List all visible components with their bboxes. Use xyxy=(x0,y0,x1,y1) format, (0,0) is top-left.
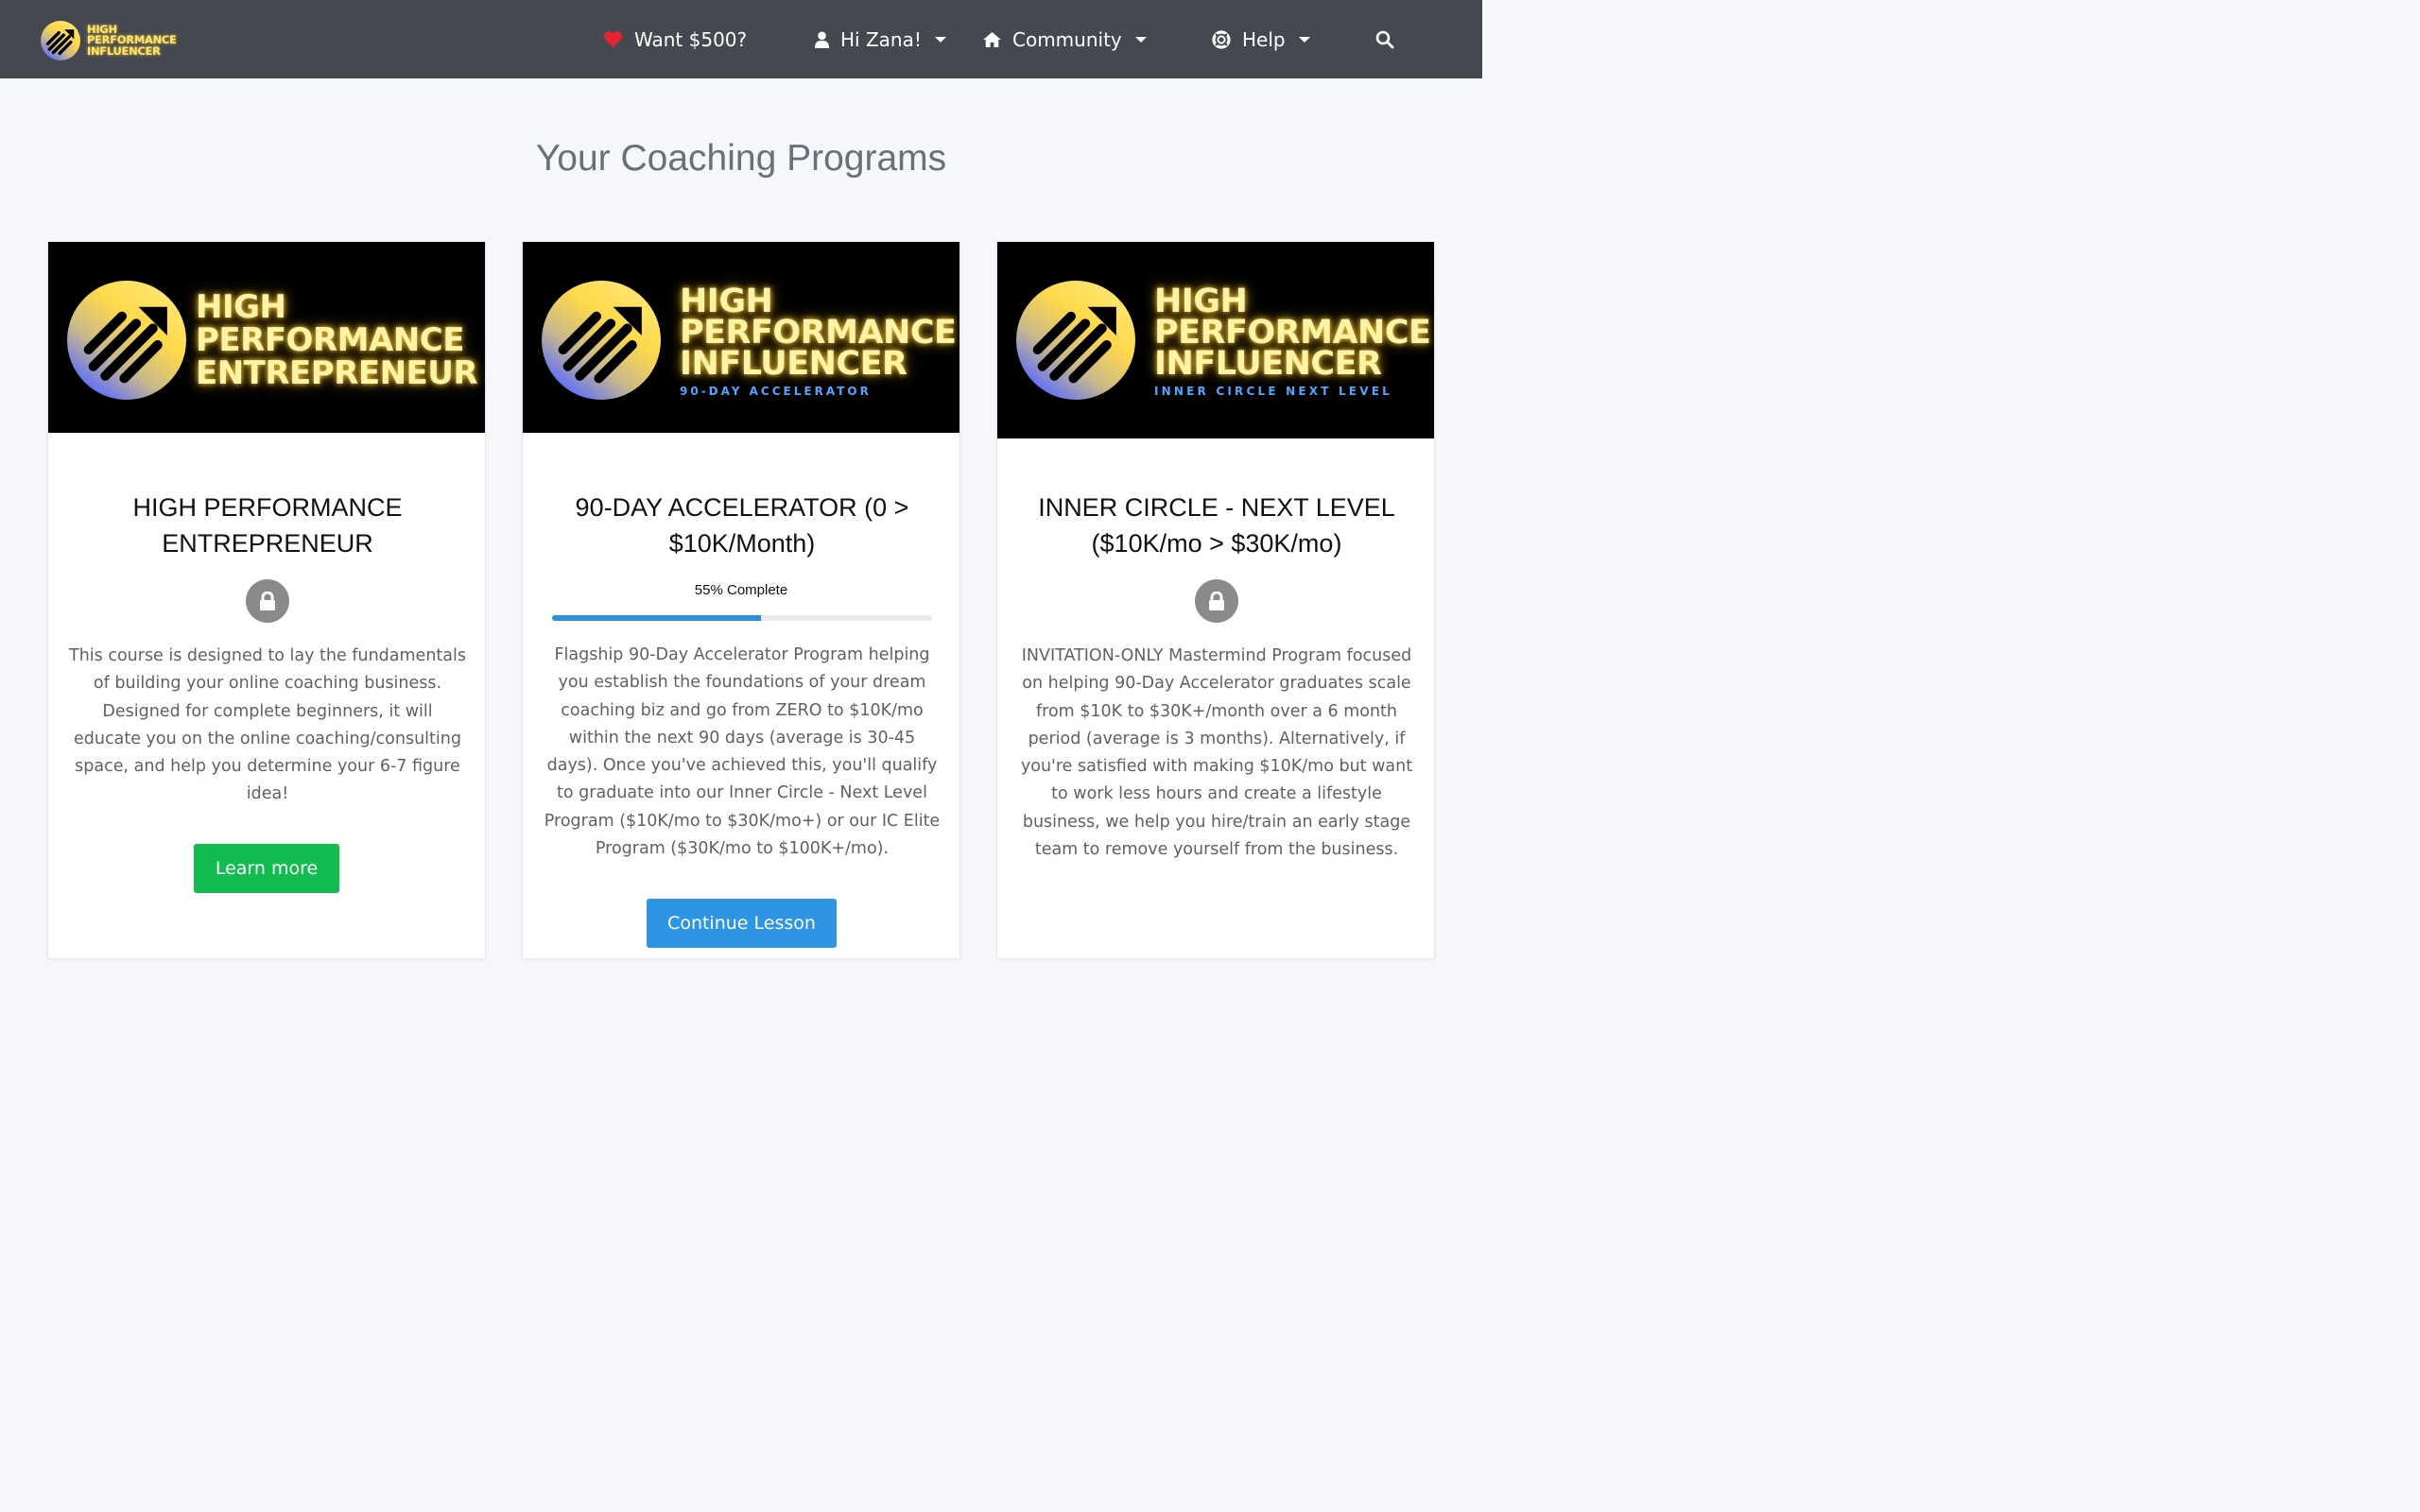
chevron-down-icon xyxy=(934,36,946,43)
program-logo-icon xyxy=(542,281,661,400)
program-banner-text: HIGH PERFORMANCE INFLUENCER xyxy=(680,283,957,383)
nav-help-dropdown[interactable]: Help xyxy=(1212,0,1310,78)
lock-icon xyxy=(1195,579,1238,623)
user-icon xyxy=(815,31,829,48)
nav-community-dropdown[interactable]: Community xyxy=(983,0,1147,78)
top-navbar: HIGH PERFORMANCE INFLUENCER Want $500? H… xyxy=(0,0,1482,78)
program-card-entrepreneur: HIGH PERFORMANCE ENTREPRENEUR HIGH PERFO… xyxy=(47,241,486,959)
program-title[interactable]: HIGH PERFORMANCE ENTREPRENEUR xyxy=(67,490,468,561)
nav-user-dropdown[interactable]: Hi Zana! xyxy=(815,0,946,78)
continue-lesson-button[interactable]: Continue Lesson xyxy=(647,899,837,948)
lock-icon xyxy=(246,579,289,623)
chevron-down-icon xyxy=(1298,36,1310,43)
nav-community-label: Community xyxy=(1012,27,1122,51)
nav-referral-label: Want $500? xyxy=(634,27,748,51)
learn-more-button[interactable]: Learn more xyxy=(194,844,339,893)
life-ring-icon xyxy=(1212,29,1231,49)
program-logo-icon xyxy=(1016,281,1135,400)
program-logo-icon xyxy=(67,281,186,400)
chevron-down-icon xyxy=(1134,36,1147,43)
program-card-accelerator: HIGH PERFORMANCE INFLUENCER 90-DAY ACCEL… xyxy=(522,241,960,959)
search-icon xyxy=(1375,30,1394,49)
page-title: Your Coaching Programs xyxy=(535,138,947,179)
progress-label: 55% Complete xyxy=(694,582,788,598)
home-icon xyxy=(983,31,1001,47)
program-banner-subtitle: INNER CIRCLE NEXT LEVEL xyxy=(1154,385,1392,398)
program-banner-text: HIGH PERFORMANCE ENTREPRENEUR xyxy=(196,288,478,392)
program-title[interactable]: 90-DAY ACCELERATOR (0 > $10K/Month) xyxy=(542,490,942,561)
program-description: This course is designed to lay the funda… xyxy=(69,646,466,804)
program-title[interactable]: INNER CIRCLE - NEXT LEVEL ($10K/mo > $30… xyxy=(1016,490,1417,561)
nav-user-label: Hi Zana! xyxy=(840,27,922,51)
nav-help-label: Help xyxy=(1242,27,1286,51)
program-description: Flagship 90-Day Accelerator Program help… xyxy=(544,645,941,859)
progress-bar-fill xyxy=(552,615,762,621)
nav-referral-link[interactable]: Want $500? xyxy=(603,0,747,78)
program-banner-image[interactable]: HIGH PERFORMANCE INFLUENCER INNER CIRCLE… xyxy=(997,242,1434,438)
progress-bar xyxy=(552,615,932,621)
brand-logo-link[interactable]: HIGH PERFORMANCE INFLUENCER xyxy=(41,21,177,60)
program-banner-subtitle: 90-DAY ACCELERATOR xyxy=(680,385,872,398)
brand-logo-icon xyxy=(41,21,80,60)
program-card-inner-circle: HIGH PERFORMANCE INFLUENCER INNER CIRCLE… xyxy=(996,241,1435,959)
program-banner-image[interactable]: HIGH PERFORMANCE INFLUENCER 90-DAY ACCEL… xyxy=(523,242,959,433)
program-banner-text: HIGH PERFORMANCE INFLUENCER xyxy=(1154,283,1431,383)
brand-logo-text: HIGH PERFORMANCE INFLUENCER xyxy=(87,22,177,58)
program-banner-image[interactable]: HIGH PERFORMANCE ENTREPRENEUR xyxy=(48,242,485,433)
heart-icon xyxy=(603,30,623,48)
program-description: INVITATION-ONLY Mastermind Program focus… xyxy=(1020,646,1413,860)
search-button[interactable] xyxy=(1375,0,1394,78)
